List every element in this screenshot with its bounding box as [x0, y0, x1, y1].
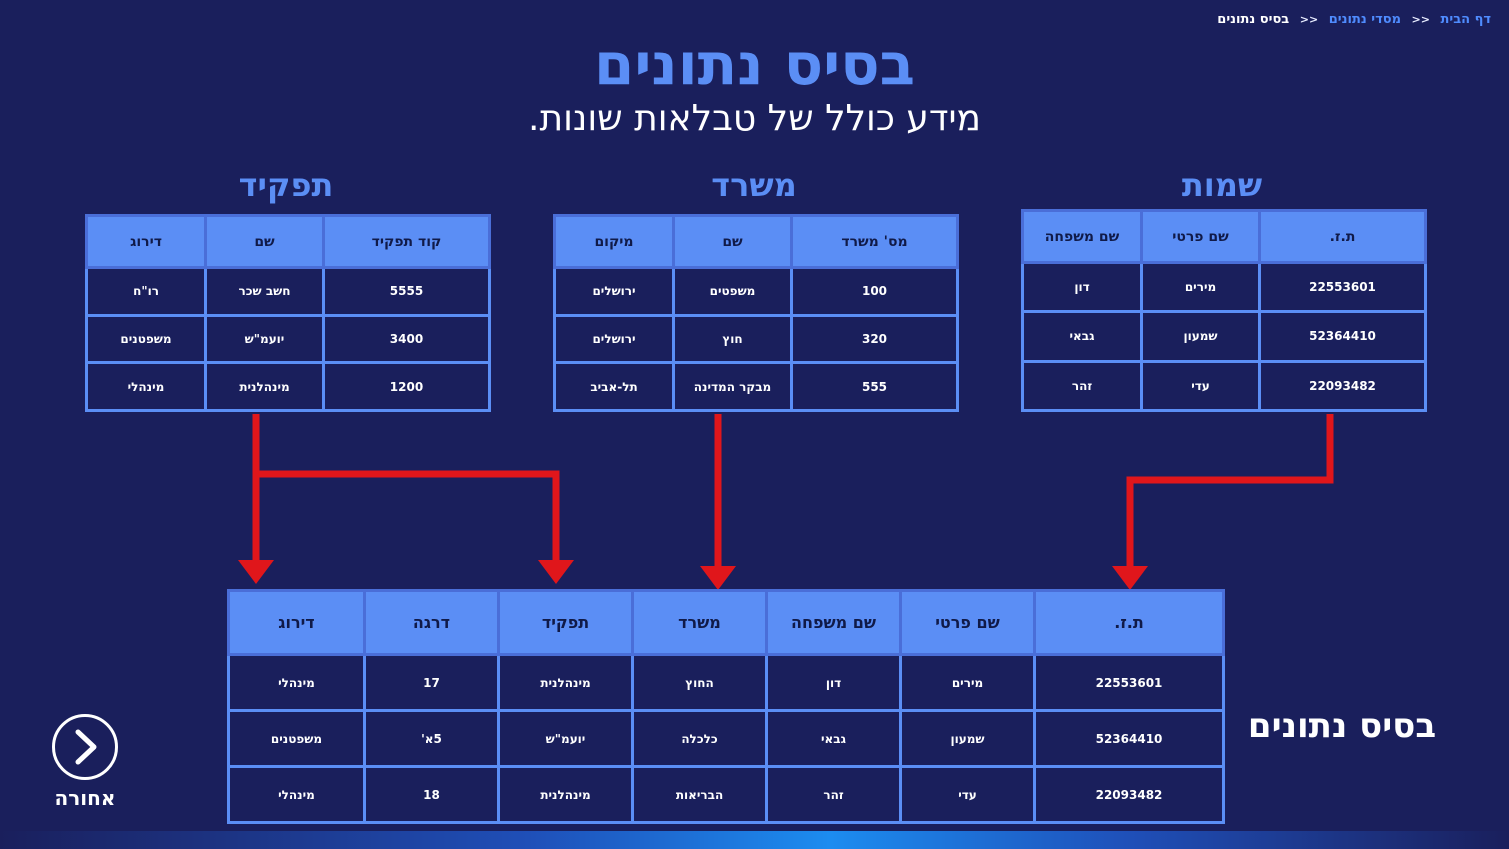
table-cell: כלכלה: [631, 709, 768, 768]
arrow-names-to-id: [1126, 414, 1334, 572]
table-cell: החוץ: [631, 653, 768, 712]
table-cell: יועמ"ש: [497, 709, 634, 768]
arrow-role-to-role-column: [256, 470, 560, 566]
table-cell: דון: [765, 653, 902, 712]
db-header-last-name: שם משפחה: [765, 589, 902, 656]
table-cell: מירים: [899, 653, 1036, 712]
table-cell: זהר: [765, 765, 902, 824]
back-button-label[interactable]: אחורה: [40, 786, 130, 810]
arrow-head: [700, 566, 736, 590]
table-row: 52364410 שמעון גבאי כלכלה יועמ"ש 5א' משפ…: [227, 709, 1225, 768]
table-cell: מינהלנית: [497, 653, 634, 712]
db-header-first-name: שם פרטי: [899, 589, 1036, 656]
table-cell: 5א': [363, 709, 500, 768]
table-cell: משפטנים: [227, 709, 366, 768]
table-cell: 52364410: [1033, 709, 1225, 768]
table-cell: 18: [363, 765, 500, 824]
db-header-grade: דירוג: [227, 589, 366, 656]
table-cell: מינהלנית: [497, 765, 634, 824]
chevron-right-icon: [75, 729, 97, 765]
db-header-id: ת.ז.: [1033, 589, 1225, 656]
table-row: 22553601 מירים דון החוץ מינהלנית 17 מינה…: [227, 653, 1225, 712]
table-cell: 22553601: [1033, 653, 1225, 712]
arrow-head: [238, 560, 274, 584]
db-header-level: דרגה: [363, 589, 500, 656]
table-cell: מינהלי: [227, 653, 366, 712]
table-cell: הבריאות: [631, 765, 768, 824]
table-cell: עדי: [899, 765, 1036, 824]
table-row: 22093482 עדי זהר הבריאות מינהלנית 18 מינ…: [227, 765, 1225, 824]
back-button[interactable]: [52, 714, 118, 780]
bottom-gradient-bar: [0, 831, 1509, 849]
table-cell: 17: [363, 653, 500, 712]
db-header-office: משרד: [631, 589, 768, 656]
database-table: ת.ז. שם פרטי שם משפחה משרד תפקיד דרגה די…: [227, 589, 1225, 824]
table-cell: שמעון: [899, 709, 1036, 768]
arrow-head: [1112, 566, 1148, 590]
table-cell: 22093482: [1033, 765, 1225, 824]
table-cell: גבאי: [765, 709, 902, 768]
arrow-head: [538, 560, 574, 584]
db-header-role: תפקיד: [497, 589, 634, 656]
database-label: בסיס נתונים: [1247, 706, 1437, 746]
table-cell: מינהלי: [227, 765, 366, 824]
